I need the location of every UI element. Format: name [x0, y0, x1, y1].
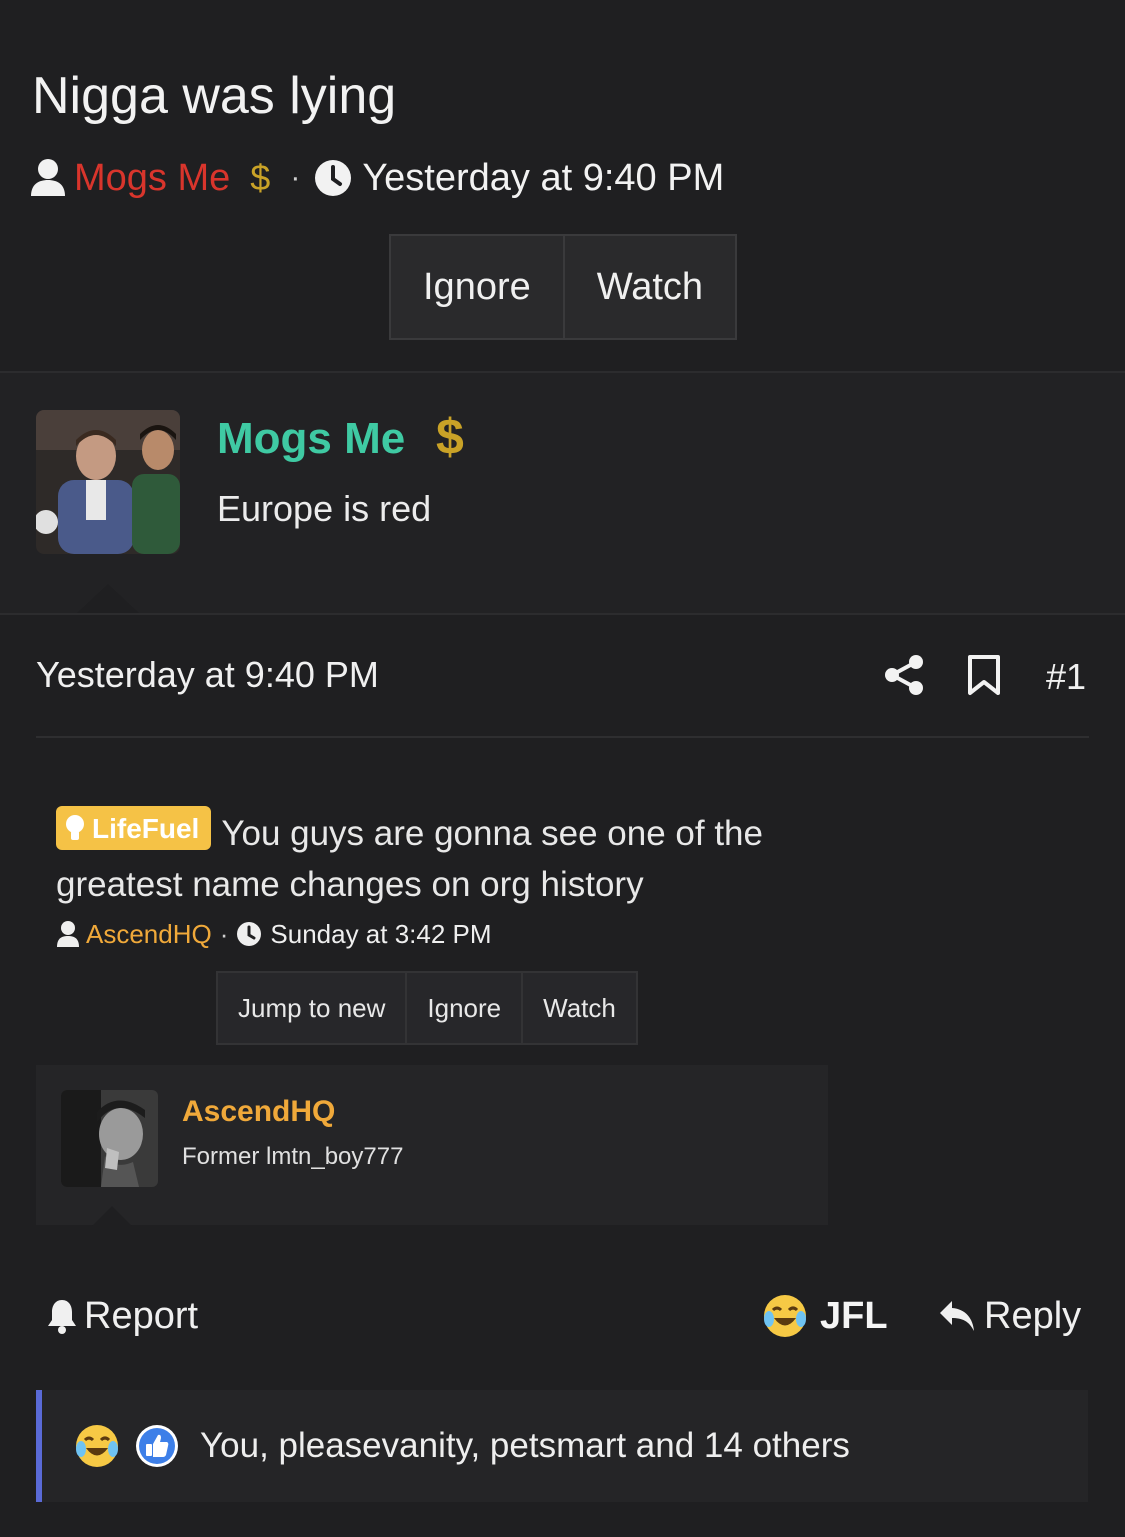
- user-icon: [31, 159, 65, 196]
- thumbs-up-emoji-icon: [136, 1425, 178, 1467]
- crying-laughing-emoji-icon: [76, 1425, 118, 1467]
- meta-separator: ·: [219, 918, 229, 949]
- user-title: Europe is red: [217, 488, 432, 529]
- meta-separator: ·: [290, 161, 301, 194]
- share-icon[interactable]: [884, 654, 924, 696]
- dollar-badge-icon: $: [250, 157, 271, 198]
- embedded-button-group: Jump to new Ignore Watch: [216, 971, 638, 1045]
- thread-meta: Mogs Me $ · Yesterday at 9:40 PM: [30, 150, 724, 206]
- report-button[interactable]: Report: [46, 1292, 198, 1340]
- watch-button[interactable]: Watch: [521, 973, 636, 1043]
- watch-button[interactable]: Watch: [562, 236, 735, 338]
- thread-title: Nigga was lying: [32, 67, 397, 125]
- post-number-link[interactable]: #1: [1046, 656, 1086, 698]
- jump-to-new-button[interactable]: Jump to new: [218, 973, 405, 1043]
- thread-time[interactable]: Yesterday at 9:40 PM: [362, 157, 724, 200]
- embedded-time[interactable]: Sunday at 3:42 PM: [270, 919, 491, 950]
- reply-button[interactable]: Reply: [938, 1292, 1081, 1340]
- jfl-label: JFL: [820, 1294, 888, 1337]
- avatar[interactable]: [61, 1090, 158, 1187]
- reply-label: Reply: [984, 1294, 1082, 1337]
- lightbulb-icon: [66, 815, 84, 840]
- ignore-button[interactable]: Ignore: [405, 973, 521, 1043]
- bell-icon: [48, 1300, 76, 1334]
- divider: [36, 736, 1089, 738]
- embedded-thread-title[interactable]: LifeFuel You guys are gonna see one of th…: [56, 806, 856, 910]
- thread-prefix-label[interactable]: LifeFuel: [56, 806, 212, 850]
- clock-icon: [237, 922, 262, 946]
- reply-icon: [940, 1301, 974, 1331]
- clock-icon: [315, 160, 352, 196]
- avatar-image: [61, 1090, 158, 1187]
- reactions-bar: You, pleasevanity, petsmart and 14 other…: [36, 1390, 1088, 1502]
- message-arrow: [76, 584, 140, 614]
- embedded-username[interactable]: AscendHQ: [182, 1095, 335, 1129]
- post-date[interactable]: Yesterday at 9:40 PM: [36, 654, 379, 696]
- crying-laughing-emoji-icon: [764, 1295, 806, 1337]
- dollar-badge-icon: $: [436, 409, 464, 465]
- prefix-text: LifeFuel: [92, 812, 200, 844]
- report-label: Report: [84, 1294, 199, 1337]
- jfl-reaction-button[interactable]: JFL: [762, 1290, 888, 1342]
- avatar-image: [36, 410, 180, 554]
- embedded-author-link[interactable]: AscendHQ: [86, 919, 212, 950]
- ignore-button[interactable]: Ignore: [391, 236, 563, 338]
- avatar[interactable]: [36, 410, 180, 554]
- divider: [0, 613, 1125, 615]
- reaction-list-link[interactable]: You, pleasevanity, petsmart and 14 other…: [200, 1426, 850, 1466]
- post-username[interactable]: Mogs Me: [217, 414, 405, 464]
- thread-author-link[interactable]: Mogs Me: [74, 157, 230, 200]
- user-icon: [57, 921, 79, 947]
- bookmark-icon[interactable]: [966, 654, 1002, 696]
- embedded-thread-meta: AscendHQ · Sunday at 3:42 PM: [56, 914, 492, 954]
- message-arrow: [92, 1206, 132, 1226]
- thread-button-group: Ignore Watch: [389, 234, 738, 340]
- user-title: Former lmtn_boy777: [182, 1143, 404, 1170]
